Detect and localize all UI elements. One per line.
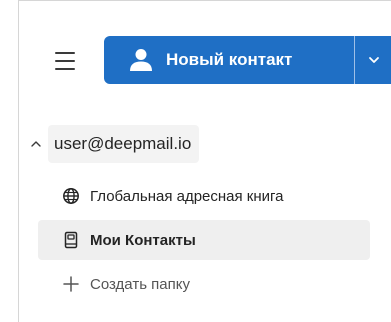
panel-top-border xyxy=(18,0,391,1)
create-folder-button[interactable]: Создать папку xyxy=(38,264,370,304)
folder-my-contacts[interactable]: Мои Контакты xyxy=(38,220,370,260)
folder-label: Глобальная адресная книга xyxy=(90,187,284,205)
contacts-panel: Новый контакт user@deepmail.io Глобальна… xyxy=(0,0,391,322)
new-contact-dropdown-button[interactable] xyxy=(355,36,391,84)
chevron-down-icon xyxy=(368,57,379,63)
plus-icon xyxy=(63,276,79,292)
address-book-icon xyxy=(64,231,78,249)
hamburger-icon[interactable] xyxy=(48,44,82,78)
create-folder-label: Создать папку xyxy=(90,275,190,293)
new-contact-split-button: Новый контакт xyxy=(104,36,391,84)
panel-left-border xyxy=(18,0,19,322)
new-contact-label: Новый контакт xyxy=(166,50,293,69)
folder-global-address-book[interactable]: Глобальная адресная книга xyxy=(38,176,370,216)
person-icon xyxy=(130,49,152,71)
account-email: user@deepmail.io xyxy=(48,125,200,163)
new-contact-button[interactable]: Новый контакт xyxy=(104,36,354,84)
folder-label: Мои Контакты xyxy=(90,231,196,249)
account-node[interactable]: user@deepmail.io xyxy=(28,124,200,164)
chevron-up-icon[interactable] xyxy=(28,136,44,152)
globe-icon xyxy=(63,188,79,204)
